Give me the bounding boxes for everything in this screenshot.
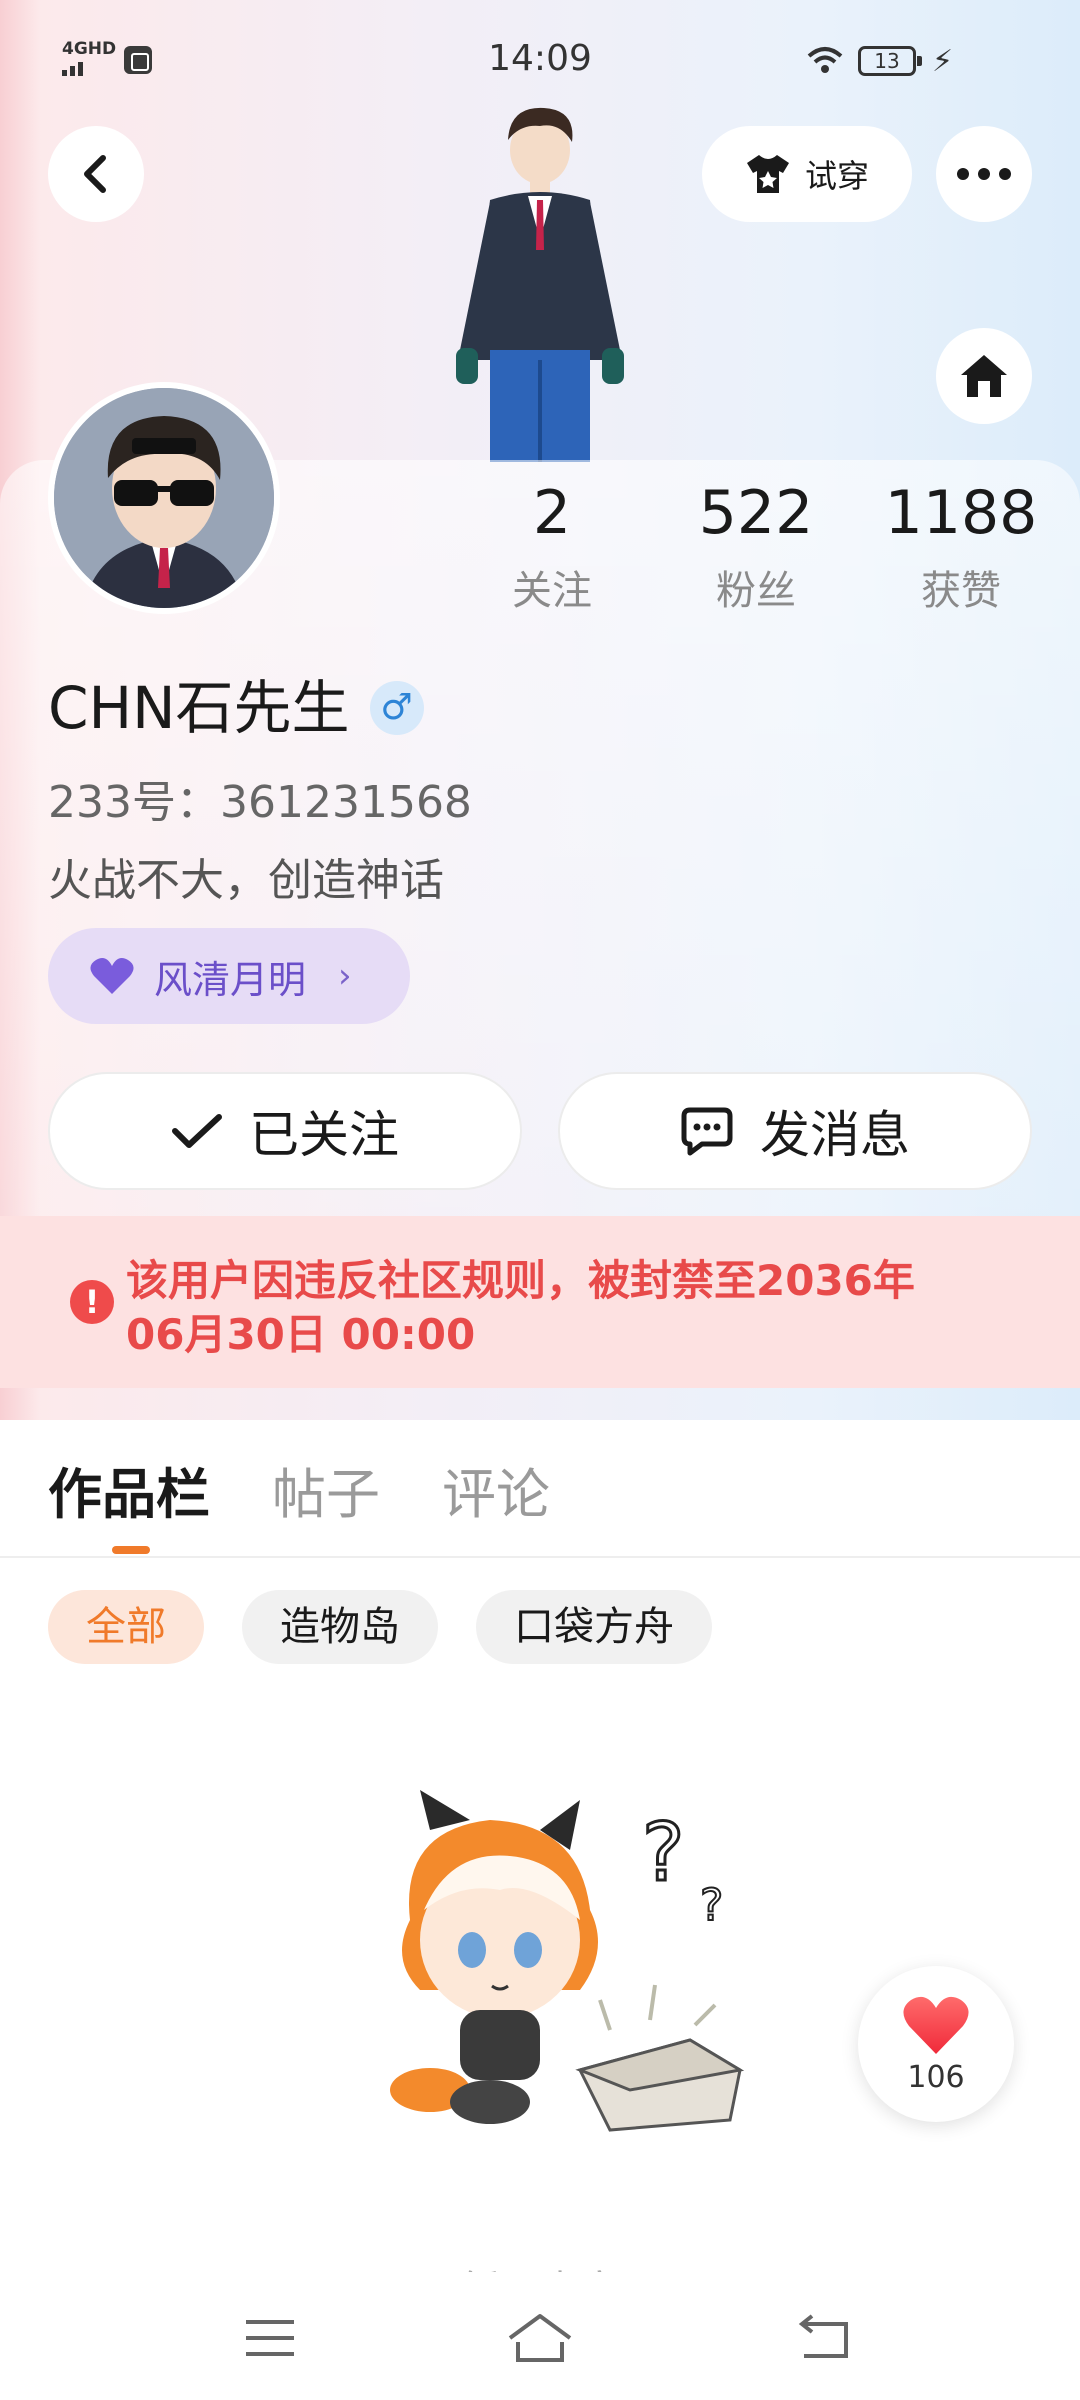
empty-state-text: 暂无内容 [0,2256,1080,2272]
chip-creation-island[interactable]: 造物岛 [242,1590,438,1664]
filter-chips: 全部 造物岛 口袋方舟 [48,1590,712,1664]
charging-icon: ⚡ [932,44,954,79]
active-tab-indicator [112,1546,150,1554]
send-message-button[interactable]: 发消息 [558,1072,1032,1190]
ban-notice-line-1: 该用户因违反社区规则，被封禁至2036年 [126,1256,915,1305]
relationship-tag-label: 风清月明 [154,957,307,1002]
fans-label: 粉丝 [716,568,796,614]
ban-notice: 该用户因违反社区规则，被封禁至2036年 06月30日 00:00 [0,1216,1080,1388]
male-gender-icon: ♂ [369,681,424,735]
chat-bubble-icon [681,1107,733,1156]
ban-notice-line-2: 06月30日 00:00 [126,1310,476,1359]
following-label: 关注 [512,568,592,614]
tab-works[interactable]: 作品栏 [48,1460,210,1530]
user-bio: 火战不大，创造神话 [48,855,444,906]
tab-comments[interactable]: 评论 [442,1460,550,1530]
system-navigation-bar [0,2272,1080,2400]
chip-pocket-ark[interactable]: 口袋方舟 [476,1590,712,1664]
following-button-label: 已关注 [249,1106,399,1164]
likes-count: 1188 [884,478,1038,548]
like-count: 106 [907,2059,965,2095]
avatar[interactable] [48,382,280,614]
send-message-label: 发消息 [760,1106,910,1164]
chip-all[interactable]: 全部 [48,1590,204,1664]
tabs-divider [0,1556,1080,1558]
username: CHN石先生 [48,674,350,742]
shirt-icon [746,155,789,193]
like-floating-button[interactable]: 106 [858,1966,1014,2122]
following-stat[interactable]: 2 关注 [467,478,637,616]
more-options-button[interactable] [936,126,1032,222]
warning-icon: ! [70,1280,114,1324]
svg-text:?: ? [700,1880,723,1931]
likes-label: 获赞 [921,568,1001,614]
back-button[interactable] [48,126,144,222]
home-nav-icon[interactable] [500,2308,580,2368]
fans-count: 522 [698,478,814,548]
fans-stat[interactable]: 522 粉丝 [671,478,841,616]
following-count: 2 [532,478,572,548]
try-on-label: 试穿 [804,157,869,195]
home-button[interactable] [936,328,1032,424]
following-button[interactable]: 已关注 [48,1072,522,1190]
more-dots-icon [957,168,1011,180]
house-icon [961,355,1007,397]
tab-posts[interactable]: 帖子 [272,1460,380,1530]
back-nav-icon[interactable] [784,2308,864,2368]
relationship-tag-button[interactable]: 风清月明 › [48,928,410,1024]
chevron-left-icon [84,155,106,193]
avatar-image [54,388,274,608]
battery-icon: 13 [858,46,922,76]
empty-state-illustration: ? ? [390,1790,745,2132]
wifi-icon [807,47,843,73]
avatar-3d-figure [456,107,624,462]
try-on-button[interactable]: 试穿 [702,126,912,222]
heart-icon [90,958,134,994]
checkmark-icon [172,1114,222,1148]
username-row: CHN石先生 ♂ [48,668,424,748]
heart-icon [903,1996,969,2054]
menu-icon[interactable] [230,2308,310,2368]
chevron-right-icon: › [338,956,352,996]
user-id[interactable]: 233号：361231568 [48,766,472,830]
svg-text:?: ? [642,1806,684,1899]
likes-stat[interactable]: 1188 获赞 [876,478,1046,616]
content-tabs: 作品栏 帖子 评论 [48,1460,550,1530]
